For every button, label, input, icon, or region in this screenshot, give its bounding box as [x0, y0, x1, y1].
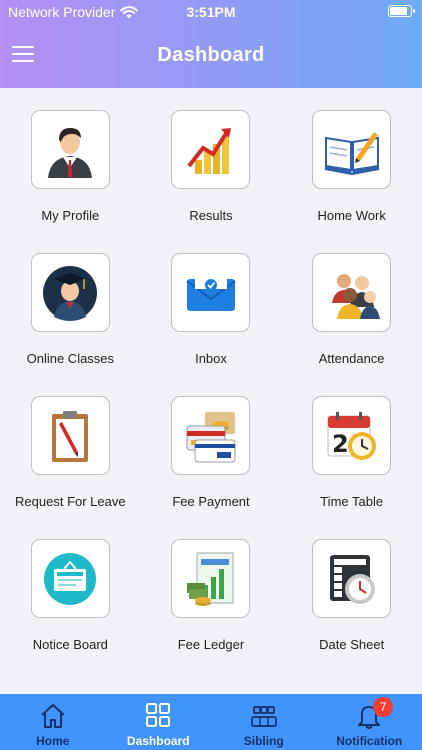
tile-box[interactable] [30, 396, 110, 475]
tab-home[interactable]: Home [0, 694, 106, 750]
notification-badge: 7 [373, 697, 394, 717]
tile-box[interactable] [171, 539, 251, 618]
tile-time-table[interactable]: 2 Time Table [281, 396, 422, 539]
tile-fee-payment[interactable]: Fee Payment [141, 396, 282, 539]
page-title: Dashboard [157, 44, 265, 66]
status-bar: Network Provider 3:51PM [0, 0, 422, 24]
tile-box[interactable] [312, 253, 392, 332]
tile-fee-ledger[interactable]: Fee Ledger [141, 539, 282, 682]
credit-cards-money-icon [186, 411, 236, 462]
tile-label: Inbox [195, 351, 227, 366]
tile-box[interactable] [312, 539, 392, 618]
tab-dashboard[interactable]: Dashboard [106, 694, 212, 750]
tab-label: Home [36, 734, 70, 748]
tile-box[interactable]: 2 [312, 396, 392, 475]
tile-attendance[interactable]: Attendance [281, 253, 422, 396]
clipboard-pencil-icon [52, 410, 89, 462]
bar-chart-growth-icon [187, 127, 231, 174]
tile-label: Time Table [320, 494, 384, 509]
tab-label: Dashboard [126, 734, 190, 748]
tile-results[interactable]: Results [141, 110, 282, 253]
status-time: 3:51PM [186, 4, 236, 20]
battery-level [390, 7, 408, 15]
svg-text:2: 2 [332, 430, 349, 458]
tile-box[interactable] [312, 110, 392, 189]
people-group-icon [331, 273, 380, 319]
open-book-pencil-icon [324, 131, 379, 175]
tile-label: Fee Ledger [177, 637, 245, 652]
graduate-student-icon [43, 265, 98, 321]
tile-my-profile[interactable]: My Profile [0, 110, 141, 253]
bottom-tab-bar: Home Dashboard Sibling Notification 7 [0, 694, 422, 750]
user-profile-icon [48, 127, 93, 178]
schedule-clock-icon [329, 554, 375, 604]
tile-home-work[interactable]: Home Work [281, 110, 422, 253]
tile-box[interactable] [171, 396, 251, 475]
tile-box[interactable] [30, 253, 110, 332]
home-icon [41, 704, 65, 728]
tile-label: Fee Payment [172, 494, 250, 509]
tile-request-for-leave[interactable]: Request For Leave [0, 396, 141, 539]
siblings-icon [250, 706, 277, 727]
battery-icon [388, 5, 415, 17]
grid-icon [146, 703, 171, 727]
tab-sibling[interactable]: Sibling [211, 694, 317, 750]
tile-notice-board[interactable]: Notice Board [0, 539, 141, 682]
tab-label: Notification [336, 734, 403, 748]
tab-notification[interactable]: Notification 7 [317, 694, 422, 750]
tile-label: Date Sheet [319, 637, 385, 652]
app-header: Network Provider 3:51PM Dashboard [0, 0, 422, 88]
tile-box[interactable] [171, 110, 251, 189]
tile-label: Online Classes [26, 351, 115, 366]
tile-label: My Profile [41, 208, 100, 223]
ledger-chart-money-icon [186, 552, 234, 606]
tile-date-sheet[interactable]: Date Sheet [281, 539, 422, 682]
tile-online-classes[interactable]: Online Classes [0, 253, 141, 396]
tile-label: Notice Board [32, 637, 108, 652]
mail-envelope-icon [186, 270, 236, 311]
tile-label: Home Work [317, 208, 386, 223]
tile-label: Results [189, 208, 233, 223]
dashboard-grid: My Profile Results Home Work Online Clas… [0, 88, 422, 682]
calendar-clock-icon: 2 [327, 411, 376, 460]
tile-label: Attendance [318, 351, 385, 366]
tab-label: Sibling [243, 734, 284, 748]
tile-box[interactable] [30, 539, 110, 618]
notice-board-icon [44, 552, 97, 605]
tile-inbox[interactable]: Inbox [141, 253, 282, 396]
tile-box[interactable] [171, 253, 251, 332]
tile-label: Request For Leave [15, 494, 126, 509]
tile-box[interactable] [30, 110, 110, 189]
